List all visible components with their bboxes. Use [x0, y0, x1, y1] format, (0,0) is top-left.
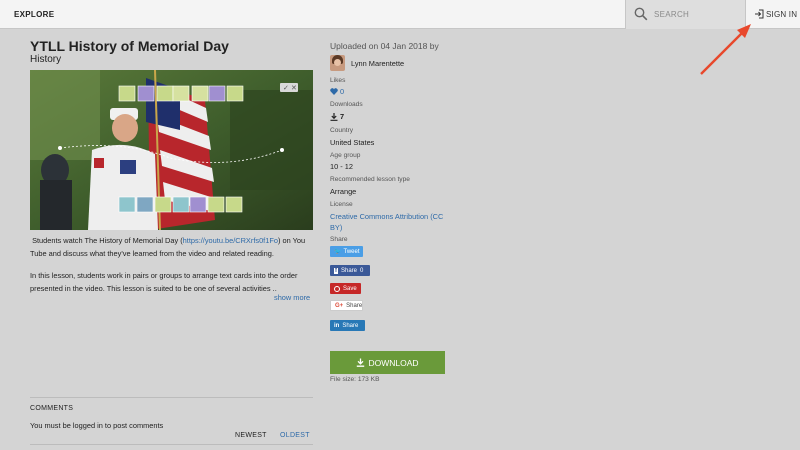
google-plus-icon: G+	[335, 302, 344, 309]
pinterest-icon	[334, 285, 340, 292]
google-plus-share-label: Share	[346, 302, 363, 309]
search-input[interactable]: SEARCH	[654, 10, 689, 19]
lesson-type-label: Recommended lesson type	[330, 176, 410, 183]
pinterest-save-label: Save	[343, 285, 357, 292]
twitter-icon: 🐦	[334, 249, 342, 255]
country-value: United States	[330, 138, 375, 147]
download-icon	[357, 358, 365, 367]
annotation-arrow-icon	[700, 24, 751, 75]
comments-bottom-divider	[30, 444, 313, 445]
download-label: DOWNLOAD	[368, 357, 419, 368]
likes-count: 0	[340, 87, 345, 96]
description-prefix: Students watch The History of Memorial D…	[32, 236, 183, 245]
lesson-preview-image[interactable]: ✓ ✕	[30, 70, 313, 230]
download-count-icon	[330, 112, 338, 121]
sort-newest-button[interactable]: NEWEST	[235, 432, 267, 439]
svg-text:✕: ✕	[291, 84, 297, 92]
country-label: Country	[330, 127, 354, 134]
search-icon	[634, 7, 648, 21]
linkedin-share-button[interactable]: in Share	[330, 320, 365, 331]
comments-login-note: You must be logged in to post comments	[30, 421, 164, 430]
facebook-icon: f	[334, 267, 338, 274]
share-label: Share	[330, 236, 348, 243]
license-label: License	[330, 201, 353, 208]
bottom-card-row	[118, 196, 243, 213]
downloads-value: 7	[340, 112, 345, 121]
linkedin-icon: in	[334, 322, 340, 329]
file-size: File size: 173 KB	[330, 376, 380, 383]
sort-oldest-button[interactable]: OLDEST	[280, 432, 310, 439]
description-paragraph-2: In this lesson, students work in pairs o…	[30, 271, 298, 293]
lesson-title: YTLL History of Memorial Day	[30, 38, 229, 54]
google-plus-share-button[interactable]: G+ Share	[330, 300, 363, 311]
show-more-link[interactable]: show more	[274, 293, 310, 302]
age-group-value: 10 - 12	[330, 162, 354, 171]
lesson-subject: History	[30, 54, 62, 65]
author-name[interactable]: Lynn Marentette	[351, 59, 404, 68]
lesson-type-value: Arrange	[330, 187, 357, 196]
facebook-share-count: 0	[360, 267, 364, 274]
downloads-count: 7	[330, 112, 344, 121]
sign-in-icon	[755, 9, 764, 19]
pinterest-save-button[interactable]: Save	[330, 283, 361, 294]
heart-icon	[330, 88, 338, 95]
likes-button[interactable]: 0	[330, 87, 344, 96]
sign-in-label: SIGN IN	[766, 9, 798, 19]
avatar[interactable]	[330, 55, 345, 71]
uploaded-info: Uploaded on 04 Jan 2018 by	[330, 41, 439, 51]
explore-link[interactable]: EXPLORE	[14, 10, 54, 19]
license-link[interactable]: Creative Commons Attribution (CC BY)	[330, 211, 455, 233]
tweet-label: Tweet	[343, 248, 360, 255]
comments-heading: COMMENTS	[30, 405, 74, 412]
facebook-share-button[interactable]: f Share 0	[330, 265, 370, 276]
linkedin-share-label: Share	[342, 322, 359, 329]
age-group-label: Age group	[330, 152, 361, 159]
comments-divider	[30, 397, 313, 398]
top-navigation-bar: EXPLORE SEARCH SIGN IN	[0, 0, 800, 29]
svg-text:✓: ✓	[283, 84, 289, 92]
sign-in-button[interactable]: SIGN IN	[754, 9, 797, 19]
facebook-share-label: Share	[341, 267, 358, 274]
likes-label: Likes	[330, 77, 346, 84]
video-link[interactable]: https://youtu.be/CRXrfs0f1Fo	[183, 236, 278, 245]
download-button[interactable]: DOWNLOAD	[330, 351, 445, 374]
lesson-description: Students watch The History of Memorial D…	[30, 234, 314, 304]
downloads-label: Downloads	[330, 101, 363, 108]
tweet-button[interactable]: 🐦 Tweet	[330, 246, 363, 257]
veteran-flag-photo: ✓ ✕	[30, 70, 313, 230]
author[interactable]: Lynn Marentette	[330, 55, 404, 71]
